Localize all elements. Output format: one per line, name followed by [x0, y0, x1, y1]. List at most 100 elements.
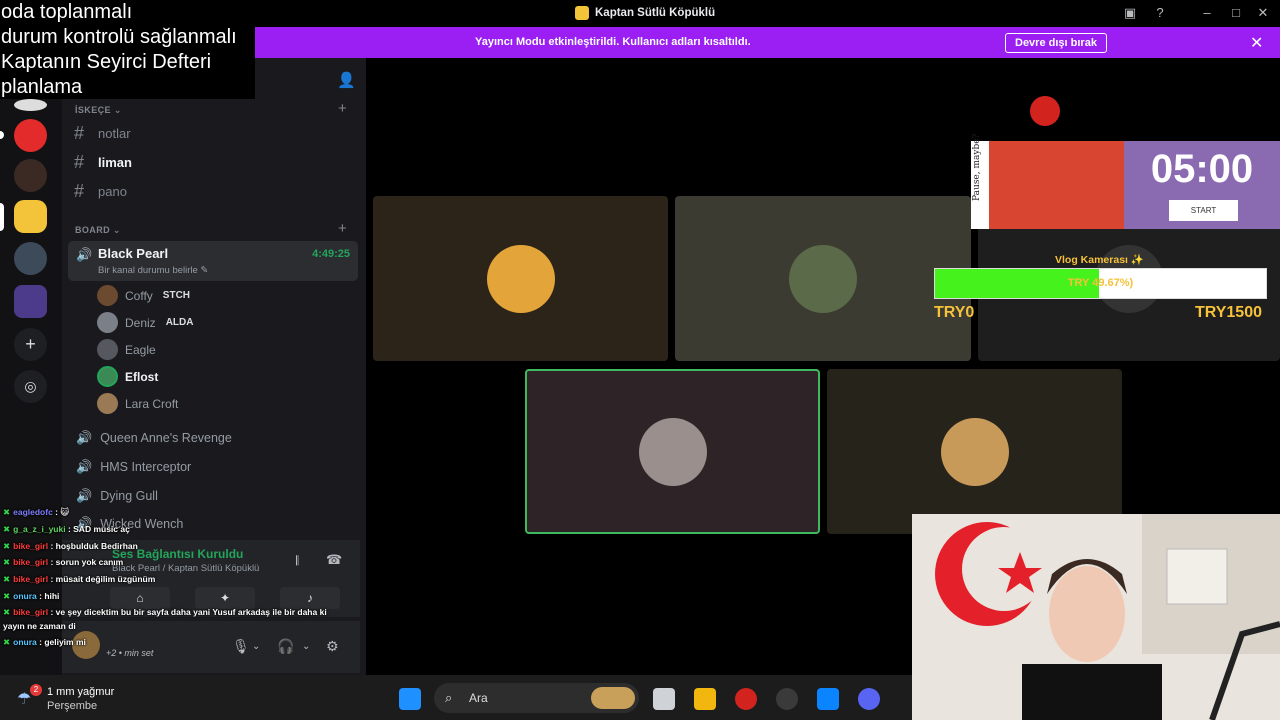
voice-member[interactable]: Deniz ALDA — [97, 312, 193, 333]
close-banner-icon[interactable]: ✕ — [1250, 33, 1263, 53]
signal-icon[interactable]: 𝄃 — [296, 553, 299, 569]
channel-label: liman — [98, 155, 132, 170]
create-channel-icon[interactable]: + — [338, 220, 347, 237]
speaker-icon: 🔊 — [76, 459, 93, 474]
discover-icon[interactable]: ◎ — [14, 370, 47, 403]
chat-user: bike_girl — [13, 607, 49, 617]
channel-notlar[interactable]: # notlar — [74, 123, 131, 144]
help-icon[interactable]: ? — [1152, 5, 1168, 21]
server-icon[interactable] — [14, 119, 47, 152]
chat-message: ✖ onura : hihi — [3, 591, 60, 601]
goal-title: Vlog Kamerası ✨ — [1055, 254, 1144, 266]
moderator-badge-icon: ✖ — [3, 574, 11, 584]
chat-user: bike_girl — [13, 557, 49, 567]
soundboard-button[interactable]: ♪ — [280, 587, 340, 609]
chat-message: ✖ bike_girl : sorun yok canım — [3, 557, 124, 567]
discord-icon[interactable] — [858, 688, 880, 710]
member-name: Coffy — [125, 288, 153, 303]
user-status: +2 • min set — [106, 648, 154, 658]
start-menu-icon[interactable] — [399, 688, 421, 710]
inbox-icon[interactable]: ▣ — [1122, 5, 1138, 21]
voice-channel-black-pearl[interactable]: 🔊 Black Pearl 4:49:25 Bir kanal durumu b… — [68, 241, 358, 281]
participant-tile[interactable] — [675, 196, 971, 361]
chat-message: yayın ne zaman di — [3, 621, 76, 631]
member-tag: STCH — [162, 290, 191, 301]
server-icon[interactable] — [14, 99, 47, 111]
add-server-icon[interactable]: + — [14, 328, 47, 361]
server-folder-icon[interactable] — [14, 285, 47, 318]
chat-text: ve şey dicektim bu bir sayfa daha yani Y… — [55, 607, 327, 617]
opera-browser-icon[interactable] — [735, 688, 757, 710]
file-explorer-icon[interactable] — [694, 688, 716, 710]
participant-tile[interactable] — [827, 369, 1122, 534]
opera-logo-icon — [1030, 96, 1060, 126]
disable-streamer-mode-button[interactable]: Devre dışı bırak — [1005, 33, 1107, 53]
voice-channel-name: Dying Gull — [100, 489, 158, 503]
voice-channel[interactable]: 🔊 Queen Anne's Revenge — [76, 430, 232, 446]
chevron-down-icon[interactable]: ⌄ — [252, 641, 260, 652]
voice-channel[interactable]: 🔊 HMS Interceptor — [76, 459, 191, 475]
app-icon[interactable] — [817, 688, 839, 710]
maximize-icon[interactable]: □ — [1228, 5, 1244, 21]
chat-text: yayın ne zaman di — [3, 621, 76, 631]
activities-button[interactable]: ✦ — [195, 587, 255, 609]
voice-member[interactable]: Eagle — [97, 339, 156, 360]
chat-message: ✖ g_a_z_i_yuki : SAD music aç — [3, 524, 130, 534]
moderator-badge-icon: ✖ — [3, 507, 11, 517]
channel-liman[interactable]: # liman — [74, 152, 132, 173]
channel-status[interactable]: Bir kanal durumu belirle ✎ — [98, 265, 208, 276]
headphones-icon[interactable]: 🎧 — [277, 638, 294, 655]
category-header[interactable]: İSKEÇE ⌄ — [75, 105, 122, 116]
chat-message: ✖ bike_girl : hoşbulduk Bedirhan — [3, 541, 138, 551]
camera-button[interactable]: ⌂ — [110, 587, 170, 609]
voice-member[interactable]: Coffy STCH — [97, 285, 190, 306]
obs-icon[interactable] — [776, 688, 798, 710]
note-line: oda toplanmalı — [1, 1, 133, 23]
start-button[interactable]: START — [1169, 200, 1238, 221]
moderator-badge-icon: ✖ — [3, 541, 11, 551]
hash-icon: # — [74, 123, 85, 143]
close-window-icon[interactable]: ✕ — [1255, 5, 1271, 21]
speaker-icon: 🔊 — [76, 488, 93, 503]
minimize-icon[interactable]: – — [1199, 5, 1215, 21]
create-channel-icon[interactable]: + — [338, 100, 347, 117]
window-title-text: Kaptan Sütlü Köpüklü — [595, 7, 716, 19]
chat-user: bike_girl — [13, 541, 49, 551]
participant-tile[interactable] — [373, 196, 668, 361]
chat-text: SAD music aç — [73, 524, 130, 534]
settings-icon[interactable]: ⚙ — [326, 638, 339, 655]
server-icon[interactable] — [14, 200, 47, 233]
voice-channel[interactable]: 🔊 Dying Gull — [76, 488, 158, 504]
notes-overlay: oda toplanmalı durum kontrolü sağlanmalı… — [0, 0, 255, 99]
taskbar-search[interactable]: ⌕ Ara — [434, 683, 639, 713]
weather-widget[interactable]: 1 mm yağmur Perşembe — [47, 686, 114, 712]
voice-member[interactable]: Eflost — [97, 366, 158, 387]
task-view-icon[interactable] — [653, 688, 675, 710]
chevron-down-icon[interactable]: ⌄ — [302, 641, 310, 652]
banner-message: Yayıncı Modu etkinleştirildi. Kullanıcı … — [475, 36, 751, 48]
goal-progress-bar: TRY 49.67%) — [934, 268, 1267, 299]
taskbar: ☂ 2 1 mm yağmur Perşembe ⌕ Ara — [0, 675, 912, 720]
voice-member[interactable]: Lara Croft — [97, 393, 178, 414]
weather-icon[interactable]: ☂ — [17, 689, 31, 709]
timer-box: 05:00 START — [1124, 141, 1280, 229]
server-icon[interactable] — [14, 242, 47, 275]
goal-min-label: TRY0 — [934, 304, 975, 321]
pomodoro-widget: Pause, maybe? 05:00 START — [971, 134, 1280, 229]
add-member-icon[interactable]: 👤 — [337, 71, 356, 89]
pomodoro-caption-text: Pause, maybe? — [972, 133, 982, 201]
search-highlight-image — [591, 687, 635, 709]
moderator-badge-icon: ✖ — [3, 557, 11, 567]
participant-tile-speaking[interactable] — [525, 369, 820, 534]
disconnect-icon[interactable]: ☎ — [326, 552, 342, 568]
search-placeholder: Ara — [469, 691, 488, 705]
streamer-mode-banner: Yayıncı Modu etkinleştirildi. Kullanıcı … — [255, 27, 1280, 58]
category-header[interactable]: BOARD ⌄ — [75, 225, 121, 236]
connection-location: Black Pearl / Kaptan Sütlü Köpüklü — [112, 563, 260, 574]
chat-user: onura — [13, 591, 37, 601]
chat-message: ✖ bike_girl : ve şey dicektim bu bir sayf… — [3, 607, 327, 617]
avatar — [789, 244, 857, 313]
channel-pano[interactable]: # pano — [74, 181, 127, 202]
microphone-icon[interactable]: 🎙 — [232, 638, 250, 655]
server-icon[interactable] — [14, 159, 47, 192]
